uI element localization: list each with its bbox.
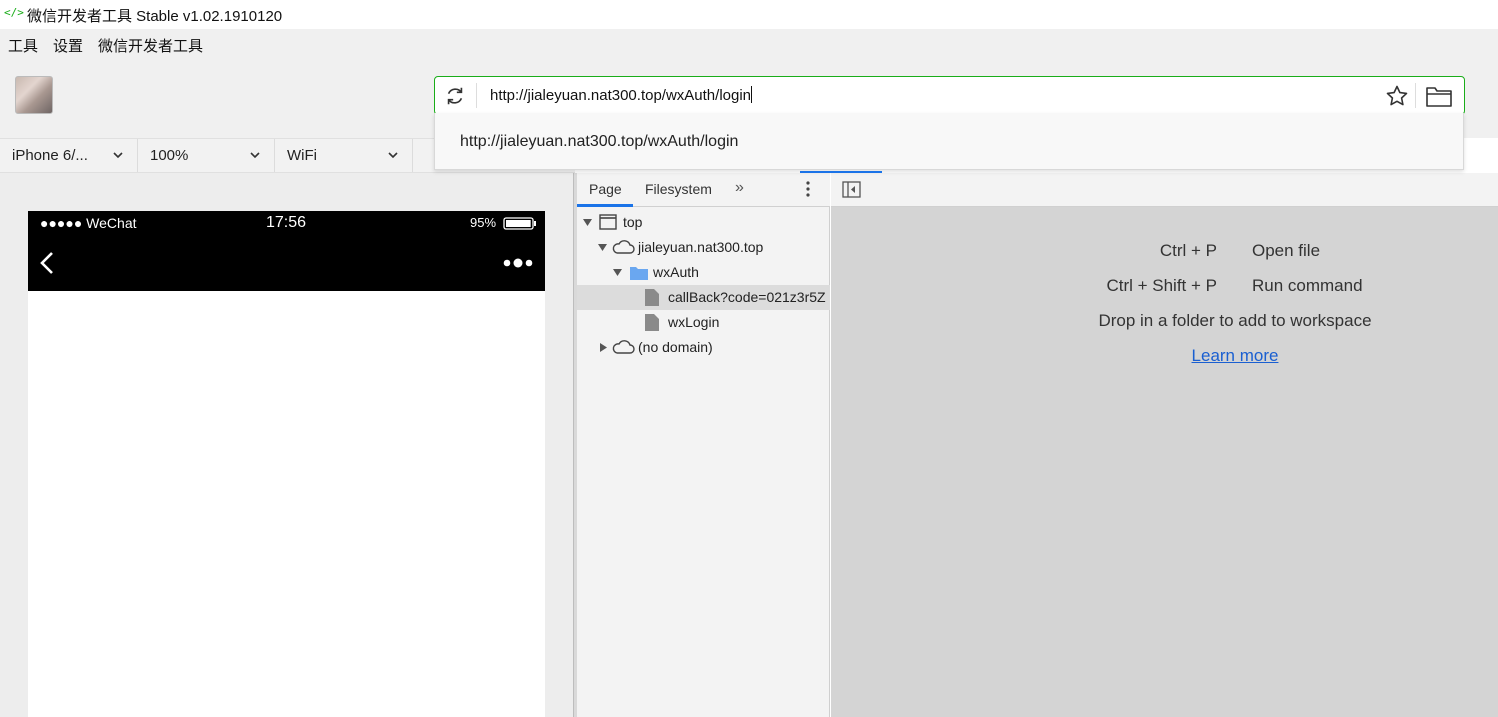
tree-label: wxAuth: [653, 264, 699, 280]
device-select-value: iPhone 6/...: [12, 147, 88, 164]
learn-more-link: Learn more: [831, 346, 1498, 366]
shortcut-action: Open file: [1252, 241, 1321, 260]
tree-item-top[interactable]: top: [577, 210, 830, 235]
menu-settings[interactable]: 设置: [53, 35, 83, 56]
tree-item-folder[interactable]: wxAuth: [577, 260, 830, 285]
folder-icon[interactable]: [1425, 84, 1453, 108]
text-caret: [751, 86, 753, 103]
refresh-icon[interactable]: [444, 85, 466, 107]
address-bar: http://jialeyuan.nat300.top/wxAuth/login: [434, 76, 1465, 115]
carrier-label: ●●●●● WeChat: [40, 215, 137, 231]
tree-item-no-domain[interactable]: (no domain): [577, 335, 830, 360]
drop-folder-hint: Drop in a folder to add to workspace: [1098, 311, 1372, 330]
url-input[interactable]: http://jialeyuan.nat300.top/wxAuth/login: [490, 86, 753, 104]
more-icon[interactable]: [503, 258, 533, 268]
learn-more-link-text[interactable]: Learn more: [1192, 346, 1279, 365]
app-logo-icon: </>: [4, 6, 24, 19]
sources-navigator: Page Filesystem » top jialeyuan.nat300.t…: [577, 173, 830, 717]
active-tab-indicator: [577, 204, 633, 207]
folder-icon: [630, 267, 648, 280]
cloud-icon: [612, 240, 635, 254]
back-icon[interactable]: [38, 250, 56, 276]
chevron-down-icon: [250, 152, 260, 159]
shortcut-key: Ctrl + Shift + P: [1106, 276, 1217, 295]
editor-toolbar: [831, 173, 1498, 207]
network-select-value: WiFi: [287, 147, 317, 164]
url-suggestion-item[interactable]: http://jialeyuan.nat300.top/wxAuth/login: [460, 133, 738, 151]
device-select[interactable]: iPhone 6/...: [0, 139, 138, 172]
file-icon: [645, 289, 659, 306]
url-suggestion-dropdown: http://jialeyuan.nat300.top/wxAuth/login: [434, 113, 1464, 170]
shortcut-action: Run command: [1252, 276, 1363, 295]
file-icon: [645, 314, 659, 331]
tab-page[interactable]: Page: [589, 181, 622, 197]
url-divider: [1415, 83, 1416, 108]
expanded-triangle-icon: [613, 269, 622, 276]
more-tabs-button[interactable]: »: [735, 179, 744, 197]
phone-nav-bar: [28, 236, 545, 291]
cloud-icon: [612, 340, 635, 354]
status-time: 17:56: [266, 214, 307, 231]
tree-item-file[interactable]: callBack?code=021z3r5Z: [577, 285, 830, 310]
phone-status-bar: ●●●●● WeChat 17:56 95%: [28, 211, 545, 236]
chevron-down-icon: [388, 152, 398, 159]
menu-bar: 工具 设置 微信开发者工具: [0, 29, 1498, 59]
navigator-tabs: Page Filesystem »: [577, 173, 830, 207]
battery-percent: 95%: [470, 215, 497, 230]
menu-wechat-devtools[interactable]: 微信开发者工具: [98, 35, 203, 56]
tree-label: wxLogin: [668, 314, 720, 330]
focus-indicator: [800, 171, 882, 173]
battery-icon: [503, 217, 536, 230]
expanded-triangle-icon: [583, 219, 592, 226]
tab-filesystem[interactable]: Filesystem: [645, 181, 712, 197]
shortcut-key: Ctrl + P: [1159, 241, 1217, 260]
tree-label: callBack?code=021z3r5Z: [668, 289, 826, 305]
frame-icon: [599, 214, 617, 230]
phone-screen: ●●●●● WeChat 17:56 95%: [28, 211, 545, 717]
tree-label: top: [623, 214, 643, 230]
star-icon[interactable]: [1385, 84, 1409, 108]
avatar[interactable]: [15, 76, 53, 114]
menu-tools[interactable]: 工具: [8, 35, 38, 56]
tree-label: jialeyuan.nat300.top: [638, 239, 764, 255]
tree-item-domain[interactable]: jialeyuan.nat300.top: [577, 235, 830, 260]
title-bar: </> 微信开发者工具 Stable v1.02.1910120: [0, 0, 1498, 29]
zoom-select-value: 100%: [150, 147, 189, 164]
expanded-triangle-icon: [598, 244, 607, 251]
kebab-menu-icon[interactable]: [805, 179, 811, 199]
editor-placeholder: Ctrl + P Open file Ctrl + Shift + P Run …: [831, 173, 1498, 717]
zoom-select[interactable]: 100%: [138, 139, 275, 172]
tree-item-file[interactable]: wxLogin: [577, 310, 830, 335]
collapsed-triangle-icon: [600, 343, 607, 352]
url-divider: [476, 83, 477, 108]
window-title: 微信开发者工具 Stable v1.02.1910120: [27, 8, 283, 25]
network-select[interactable]: WiFi: [275, 139, 413, 172]
chevron-down-icon: [113, 152, 123, 159]
sidebar-toggle-icon[interactable]: [842, 181, 861, 198]
tree-label: (no domain): [638, 339, 713, 355]
